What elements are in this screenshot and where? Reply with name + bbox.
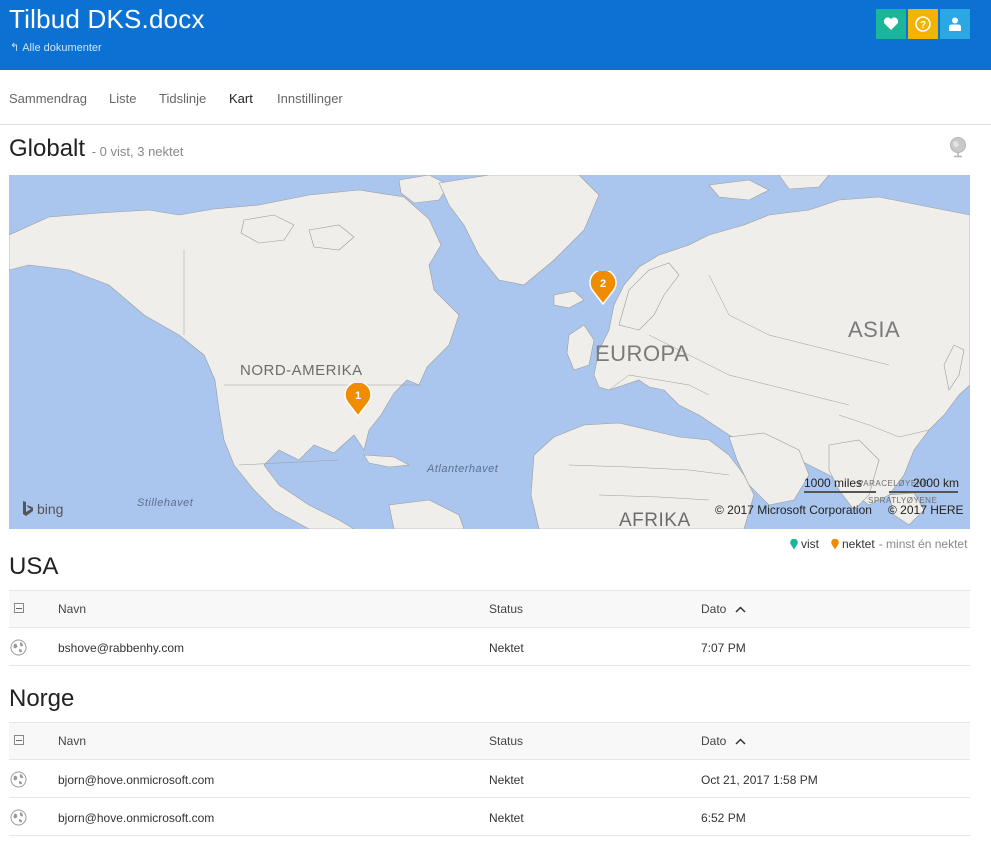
- sort-ascending-icon: [735, 606, 746, 613]
- collapse-group-icon[interactable]: [14, 603, 24, 613]
- column-status-header[interactable]: Status: [489, 734, 523, 748]
- table-divider: [9, 835, 970, 836]
- all-documents-link[interactable]: ↰ Alle dokumenter: [10, 41, 102, 55]
- tab-map[interactable]: Kart: [229, 91, 253, 106]
- column-name-header[interactable]: Navn: [58, 602, 86, 616]
- label-africa: AFRIKA: [619, 510, 691, 529]
- global-subtitle: - 0 vist, 3 nektet: [91, 144, 184, 159]
- tab-bar: Sammendrag Liste Tidslinje Kart Innstill…: [0, 70, 991, 125]
- norway-table: Navn Status Dato bjorn@hove.onmicrosoft.…: [9, 722, 970, 836]
- copyright-here: © 2017 HERE: [888, 503, 964, 517]
- viewed-pin-icon: [790, 538, 798, 549]
- table-row[interactable]: bshove@rabbenhy.com Nektet 7:07 PM: [9, 627, 970, 665]
- help-icon: ?: [915, 16, 931, 32]
- row-name: bshove@rabbenhy.com: [58, 641, 185, 655]
- label-asia: ASIA: [848, 317, 901, 342]
- globe-icon: [950, 137, 966, 158]
- app-header: Tilbud DKS.docx ↰ Alle dokumenter ?: [0, 0, 991, 70]
- column-date-label: Dato: [701, 602, 727, 616]
- row-date: Oct 21, 2017 1:58 PM: [701, 773, 818, 787]
- sort-ascending-icon: [735, 738, 746, 745]
- row-status: Nektet: [489, 641, 524, 655]
- tab-timeline[interactable]: Tidslinje: [159, 91, 206, 106]
- map-legend: vist nektet - minst én nektet: [790, 537, 967, 551]
- table-row[interactable]: bjorn@hove.onmicrosoft.com Nektet 6:52 P…: [9, 797, 970, 835]
- help-button[interactable]: ?: [908, 9, 938, 39]
- legend-note: - minst én nektet: [878, 537, 968, 551]
- label-pacific: Stillehavet: [137, 497, 194, 509]
- copyright-microsoft: © 2017 Microsoft Corporation: [715, 503, 872, 517]
- row-date: 6:52 PM: [701, 811, 746, 825]
- row-status: Nektet: [489, 773, 524, 787]
- scale-km: 2000 km: [913, 476, 960, 490]
- document-title: Tilbud DKS.docx: [9, 4, 205, 34]
- world-map[interactable]: NORD-AMERIKA EUROPA ASIA AFRIKA Atlanter…: [9, 175, 970, 529]
- group-title-usa: USA: [9, 553, 59, 580]
- global-title: Globalt: [9, 135, 86, 162]
- label-europe: EUROPA: [595, 341, 690, 366]
- pin-count-label: 1: [354, 390, 362, 402]
- global-section-heading: Globalt - 0 vist, 3 nektet: [9, 135, 183, 163]
- pin-count-label: 2: [599, 278, 607, 290]
- column-name-header[interactable]: Navn: [58, 734, 86, 748]
- column-date-header[interactable]: Dato: [701, 734, 746, 748]
- denied-pin-icon: [831, 538, 839, 549]
- svg-text:?: ?: [920, 20, 926, 31]
- globe-toggle-button[interactable]: [948, 136, 968, 158]
- scale-bar-miles: [804, 491, 876, 493]
- bing-logo: bing: [22, 501, 63, 517]
- favorite-button[interactable]: [876, 9, 906, 39]
- tab-summary[interactable]: Sammendrag: [9, 91, 87, 106]
- globe-icon: [10, 809, 27, 826]
- column-date-header[interactable]: Dato: [701, 602, 746, 616]
- globe-icon: [10, 639, 27, 656]
- column-date-label: Dato: [701, 734, 727, 748]
- usa-table: Navn Status Dato bshove@rabbenhy.com Nek…: [9, 590, 970, 666]
- bing-icon: [23, 501, 33, 516]
- table-row[interactable]: bjorn@hove.onmicrosoft.com Nektet Oct 21…: [9, 759, 970, 797]
- globe-icon: [10, 771, 27, 788]
- bing-label: bing: [37, 501, 64, 517]
- row-date: 7:07 PM: [701, 641, 746, 655]
- legend-viewed-label: vist: [801, 537, 819, 551]
- heart-icon: [883, 17, 899, 30]
- row-name: bjorn@hove.onmicrosoft.com: [58, 811, 215, 825]
- scale-bar-km: [889, 491, 958, 493]
- tab-list[interactable]: Liste: [109, 91, 136, 106]
- user-icon: [949, 17, 961, 31]
- group-title-norway: Norge: [9, 685, 75, 712]
- map-pin-norway[interactable]: 2: [589, 271, 617, 305]
- account-button[interactable]: [940, 9, 970, 39]
- table-header-row: Navn Status Dato: [9, 722, 970, 759]
- collapse-group-icon[interactable]: [14, 735, 24, 745]
- map-pin-usa[interactable]: 1: [344, 383, 372, 417]
- table-divider: [9, 665, 970, 666]
- label-north-america: NORD-AMERIKA: [240, 362, 363, 379]
- row-status: Nektet: [489, 811, 524, 825]
- row-name: bjorn@hove.onmicrosoft.com: [58, 773, 215, 787]
- column-status-header[interactable]: Status: [489, 602, 523, 616]
- tab-settings[interactable]: Innstillinger: [277, 91, 343, 106]
- all-documents-label: Alle dokumenter: [22, 41, 102, 54]
- label-atlantic: Atlanterhavet: [427, 463, 499, 475]
- scale-miles: 1000 miles: [804, 476, 863, 490]
- legend-denied-label: nektet: [842, 537, 875, 551]
- table-header-row: Navn Status Dato: [9, 590, 970, 627]
- back-arrow-icon: ↰: [10, 42, 20, 54]
